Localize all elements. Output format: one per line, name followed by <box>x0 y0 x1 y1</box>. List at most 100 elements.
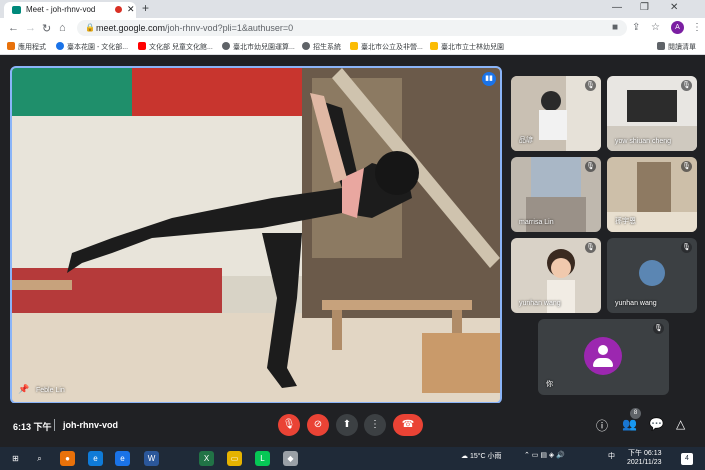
speaking-indicator-icon: ▮▮ <box>482 72 496 86</box>
present-screen-button[interactable]: ⬆ <box>336 414 358 436</box>
word-taskbar-icon[interactable]: W <box>144 451 159 466</box>
self-tile[interactable]: 🎙 你 <box>538 319 669 395</box>
muted-mic-icon: 🎙 <box>653 323 664 334</box>
new-tab-button[interactable]: + <box>142 1 149 15</box>
bookmark-item[interactable]: 臺本花園 - 文化部... <box>56 42 128 52</box>
address-bar[interactable]: 🔒 meet.google.com/joh-rhnv-vod?pli=1&aut… <box>77 20 627 36</box>
windows-start-icon[interactable]: ⊞ <box>8 451 23 466</box>
camera-off-button[interactable]: ⊘ <box>307 414 329 436</box>
participant-tile[interactable]: 🎙 yunhan wang <box>511 238 601 313</box>
main-speaker-name: Feble Lin <box>36 387 65 394</box>
speaker-video-frame <box>12 68 500 402</box>
activities-icon[interactable]: △ <box>676 417 685 431</box>
meeting-code: joh-rhnv-vod <box>63 420 118 430</box>
ie-taskbar-icon[interactable]: e <box>115 451 130 466</box>
tab-close-icon[interactable]: ✕ <box>127 4 135 15</box>
windows-taskbar: ⊞ ⌕ ● e e W X ▭ L ◆ ☁ 15°C 小雨 ⌃ ▭ ▤ ◈ 🔊 … <box>0 447 705 470</box>
system-clock[interactable]: 下午 06:13 2021/11/23 <box>627 449 662 467</box>
participant-name: 品諺 <box>519 137 533 144</box>
recording-dot-icon <box>115 6 122 13</box>
input-language[interactable]: 中 <box>608 451 615 461</box>
home-icon[interactable]: ⌂ <box>59 22 66 34</box>
bookmark-star-icon[interactable]: ☆ <box>651 22 660 33</box>
site-icon <box>430 42 438 50</box>
participant-name: yunhan wang <box>519 300 561 307</box>
back-icon[interactable]: ← <box>8 22 19 34</box>
meet-favicon-icon <box>12 6 21 14</box>
site-icon <box>56 42 64 50</box>
bookmark-item[interactable]: 臺北市幼兒園運算... <box>222 42 295 52</box>
self-avatar <box>584 337 622 375</box>
divider <box>54 419 55 431</box>
lock-icon: 🔒 <box>85 23 95 32</box>
profile-avatar[interactable]: A <box>671 21 684 34</box>
reading-list-icon <box>657 42 665 50</box>
chrome-menu-icon[interactable]: ⋮ <box>692 22 702 33</box>
participant-name: 你 <box>546 381 553 388</box>
camera-in-use-icon[interactable]: ■ <box>612 22 618 33</box>
url-text: meet.google.com/joh-rhnv-vod?pli=1&authu… <box>96 23 294 33</box>
close-window-button[interactable]: ✕ <box>670 2 678 13</box>
bookmark-item[interactable]: 應用程式 <box>7 42 46 52</box>
share-icon[interactable]: ⇪ <box>632 22 640 33</box>
main-speaker-video[interactable]: 📌 Feble Lin ▮▮ <box>10 66 502 404</box>
meet-controls-bar: 6:13 下午 joh-rhnv-vod 🎙 ⊘ ⬆ ⋮ ☎ ⓘ 👥 8 💬 △ <box>0 403 705 447</box>
site-icon <box>302 42 310 50</box>
youtube-icon <box>138 42 146 50</box>
bookmark-item[interactable]: 臺北市立士林幼兒園 <box>430 42 504 52</box>
edge-taskbar-icon[interactable]: e <box>88 451 103 466</box>
chat-icon[interactable]: 💬 <box>649 417 664 431</box>
reload-icon[interactable]: ↻ <box>42 22 51 35</box>
mic-off-button[interactable]: 🎙 <box>278 414 300 436</box>
apps-grid-icon <box>7 42 15 50</box>
bookmark-item[interactable]: 招生系統 <box>302 42 341 52</box>
search-icon[interactable]: ⌕ <box>32 451 47 466</box>
participant-name: yow shiuan cheng <box>615 138 672 145</box>
minimize-window-button[interactable]: — <box>612 2 622 13</box>
participant-tile[interactable]: 🎙 yow shiuan cheng <box>607 76 697 151</box>
muted-mic-icon: 🎙 <box>681 80 692 91</box>
participant-tile[interactable]: 🎙 marrisa Lin <box>511 157 601 232</box>
people-icon[interactable]: 👥 <box>622 417 637 431</box>
browser-tab-meet[interactable]: Meet - joh-rhnv-vod ✕ <box>4 2 136 18</box>
tab-title: Meet - joh-rhnv-vod <box>26 5 96 14</box>
reading-list-button[interactable]: 閱讀清單 <box>657 42 696 52</box>
muted-mic-icon: 🎙 <box>585 161 596 172</box>
bookmark-item[interactable]: 臺北市公立及非營... <box>350 42 423 52</box>
site-icon <box>350 42 358 50</box>
participant-tile[interactable]: 🎙 品諺 <box>511 76 601 151</box>
participant-name: 孫宇恩 <box>615 218 636 225</box>
file-explorer-icon[interactable]: ▭ <box>227 451 242 466</box>
bookmark-item[interactable]: 文化部 兒童文化館... <box>138 42 213 52</box>
participant-tile[interactable]: 🎙 孫宇恩 <box>607 157 697 232</box>
excel-taskbar-icon[interactable]: X <box>199 451 214 466</box>
muted-mic-icon: 🎙 <box>585 242 596 253</box>
more-options-button[interactable]: ⋮ <box>364 414 386 436</box>
browser-tab-strip: Meet - joh-rhnv-vod ✕ + — ❐ ✕ <box>0 0 705 18</box>
participant-tile[interactable]: 🎙 yunhan wang <box>607 238 697 313</box>
participant-avatar <box>639 260 665 286</box>
participant-name: yunhan wang <box>615 300 657 307</box>
pin-icon[interactable]: 📌 <box>18 384 29 395</box>
bookmarks-bar: 應用程式 臺本花園 - 文化部... 文化部 兒童文化館... 臺北市幼兒園運算… <box>0 38 705 55</box>
restore-window-button[interactable]: ❐ <box>640 2 649 13</box>
meet-stage: 📌 Feble Lin ▮▮ 🎙 品諺 🎙 yow shiuan cheng 🎙… <box>0 56 705 447</box>
meeting-details-icon[interactable]: ⓘ <box>596 417 608 434</box>
weather-icon: ☁ <box>461 453 468 460</box>
participant-name: marrisa Lin <box>519 219 554 226</box>
participant-count-badge: 8 <box>630 408 641 419</box>
notification-center-icon[interactable]: 4 <box>681 453 693 465</box>
browser-toolbar: ← → ↻ ⌂ 🔒 meet.google.com/joh-rhnv-vod?p… <box>0 18 705 38</box>
app-taskbar-icon[interactable]: ◆ <box>283 451 298 466</box>
forward-icon[interactable]: → <box>25 22 36 34</box>
tray-icons[interactable]: ⌃ ▭ ▤ ◈ 🔊 <box>524 451 565 459</box>
chrome-taskbar-icon[interactable]: ● <box>60 451 75 466</box>
muted-mic-icon: 🎙 <box>585 80 596 91</box>
meeting-clock: 6:13 下午 <box>13 422 52 432</box>
line-taskbar-icon[interactable]: L <box>255 451 270 466</box>
weather-widget[interactable]: ☁ 15°C 小雨 <box>461 451 502 461</box>
muted-mic-icon: 🎙 <box>681 161 692 172</box>
muted-mic-icon: 🎙 <box>681 242 692 253</box>
site-icon <box>222 42 230 50</box>
leave-call-button[interactable]: ☎ <box>393 414 423 436</box>
